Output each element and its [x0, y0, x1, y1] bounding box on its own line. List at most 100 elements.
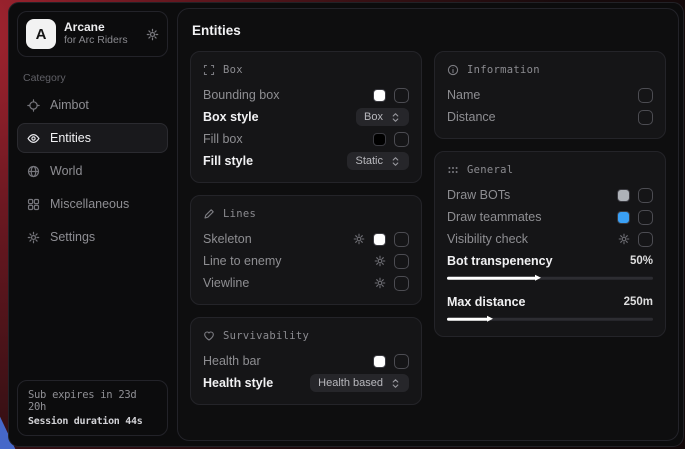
skeleton-checkbox[interactable]	[394, 232, 409, 247]
distance-row: Distance	[447, 106, 653, 128]
health-style-value: Health based	[318, 377, 383, 389]
sidebar-item-entities[interactable]: Entities	[17, 123, 168, 153]
health-bar-color-swatch[interactable]	[373, 355, 386, 368]
max-distance-value: 250m	[624, 296, 653, 308]
distance-label: Distance	[447, 110, 496, 124]
box-style-dropdown[interactable]: Box	[356, 108, 409, 126]
draw-teammates-checkbox[interactable]	[638, 210, 653, 225]
draw-bots-color-swatch[interactable]	[617, 189, 630, 202]
slider-thumb[interactable]	[487, 316, 493, 322]
max-distance-slider[interactable]	[447, 315, 653, 323]
sidebar-item-label: Entities	[50, 131, 91, 145]
bot-transparency-value: 50%	[630, 255, 653, 267]
draw-teammates-row: Draw teammates	[447, 206, 653, 228]
name-label: Name	[447, 88, 480, 102]
brand-avatar: A	[26, 19, 56, 49]
survivability-card-header: Survivability	[203, 330, 409, 342]
viewline-label: Viewline	[203, 276, 249, 290]
line-to-enemy-row: Line to enemy	[203, 250, 409, 272]
health-style-label: Health style	[203, 376, 273, 390]
main-panel: Entities Box Bounding box	[177, 8, 679, 441]
draw-teammates-color-swatch[interactable]	[617, 211, 630, 224]
brand-card: A Arcane for Arc Riders	[17, 11, 168, 57]
bot-transparency-slider[interactable]	[447, 274, 653, 282]
draw-teammates-label: Draw teammates	[447, 210, 541, 224]
name-checkbox[interactable]	[638, 88, 653, 103]
fill-box-row: Fill box	[203, 128, 409, 150]
sidebar-item-miscellaneous[interactable]: Miscellaneous	[17, 189, 168, 219]
slider-thumb[interactable]	[535, 275, 541, 281]
right-column: Information Name Distance	[434, 51, 666, 337]
viewline-row: Viewline	[203, 272, 409, 294]
sidebar-item-label: Miscellaneous	[50, 197, 129, 211]
skeleton-row: Skeleton	[203, 228, 409, 250]
bot-transparency-label: Bot transpenency	[447, 254, 553, 268]
health-bar-row: Health bar	[203, 350, 409, 372]
visibility-check-checkbox[interactable]	[638, 232, 653, 247]
bot-transparency-row: Bot transpenency 50%	[447, 250, 653, 272]
fill-style-value: Static	[355, 155, 383, 167]
sub-expiry-text: Sub expires in 23d 20h	[28, 389, 157, 413]
gear-icon	[27, 231, 40, 244]
bounding-box-checkbox[interactable]	[394, 88, 409, 103]
fill-style-row: Fill style Static	[203, 150, 409, 172]
globe-icon	[27, 165, 40, 178]
survivability-card: Survivability Health bar Health style He…	[190, 317, 422, 405]
line-to-enemy-checkbox[interactable]	[394, 254, 409, 269]
max-distance-label: Max distance	[447, 295, 526, 309]
box-style-row: Box style Box	[203, 106, 409, 128]
crosshair-icon	[27, 99, 40, 112]
name-row: Name	[447, 84, 653, 106]
chevron-updown-icon	[390, 112, 401, 123]
distance-checkbox[interactable]	[638, 110, 653, 125]
health-style-row: Health style Health based	[203, 372, 409, 394]
gear-icon[interactable]	[618, 233, 630, 245]
lines-card: Lines Skeleton Line to enemy	[190, 195, 422, 305]
gear-icon[interactable]	[146, 28, 159, 41]
fill-box-checkbox[interactable]	[394, 132, 409, 147]
card-title: Survivability	[223, 330, 309, 342]
brand-title: Arcane	[64, 20, 128, 34]
card-title: General	[467, 164, 513, 176]
visibility-check-row: Visibility check	[447, 228, 653, 250]
slider-fill	[447, 277, 536, 280]
general-card-header: General	[447, 164, 653, 176]
fill-box-label: Fill box	[203, 132, 243, 146]
info-icon	[447, 64, 459, 76]
sidebar-item-world[interactable]: World	[17, 156, 168, 186]
fill-style-dropdown[interactable]: Static	[347, 152, 409, 170]
box-style-value: Box	[364, 111, 383, 123]
health-bar-label: Health bar	[203, 354, 261, 368]
grid-icon	[27, 198, 40, 211]
gear-icon[interactable]	[374, 255, 386, 267]
chevron-updown-icon	[390, 378, 401, 389]
health-bar-checkbox[interactable]	[394, 354, 409, 369]
skeleton-color-swatch[interactable]	[373, 233, 386, 246]
information-card-header: Information	[447, 64, 653, 76]
sidebar-item-aimbot[interactable]: Aimbot	[17, 90, 168, 120]
draw-bots-label: Draw BOTs	[447, 188, 510, 202]
card-title: Lines	[223, 208, 256, 220]
fill-box-color-swatch[interactable]	[373, 133, 386, 146]
sidebar-item-label: World	[50, 164, 82, 178]
draw-bots-checkbox[interactable]	[638, 188, 653, 203]
pencil-icon	[203, 208, 215, 220]
page-title: Entities	[192, 23, 664, 38]
sidebar-item-settings[interactable]: Settings	[17, 222, 168, 252]
health-style-dropdown[interactable]: Health based	[310, 374, 409, 392]
dots-grid-icon	[447, 164, 459, 176]
viewline-checkbox[interactable]	[394, 276, 409, 291]
card-columns: Box Bounding box Box style Box	[190, 51, 666, 405]
box-card-header: Box	[203, 64, 409, 76]
sidebar-item-label: Settings	[50, 230, 95, 244]
card-title: Information	[467, 64, 540, 76]
gear-icon[interactable]	[374, 277, 386, 289]
heart-icon	[203, 330, 215, 342]
visibility-check-label: Visibility check	[447, 232, 528, 246]
sidebar: A Arcane for Arc Riders Category Aimbot …	[9, 3, 176, 446]
gear-icon[interactable]	[353, 233, 365, 245]
max-distance-row: Max distance 250m	[447, 291, 653, 313]
skeleton-label: Skeleton	[203, 232, 252, 246]
bounding-box-color-swatch[interactable]	[373, 89, 386, 102]
eye-icon	[27, 132, 40, 145]
